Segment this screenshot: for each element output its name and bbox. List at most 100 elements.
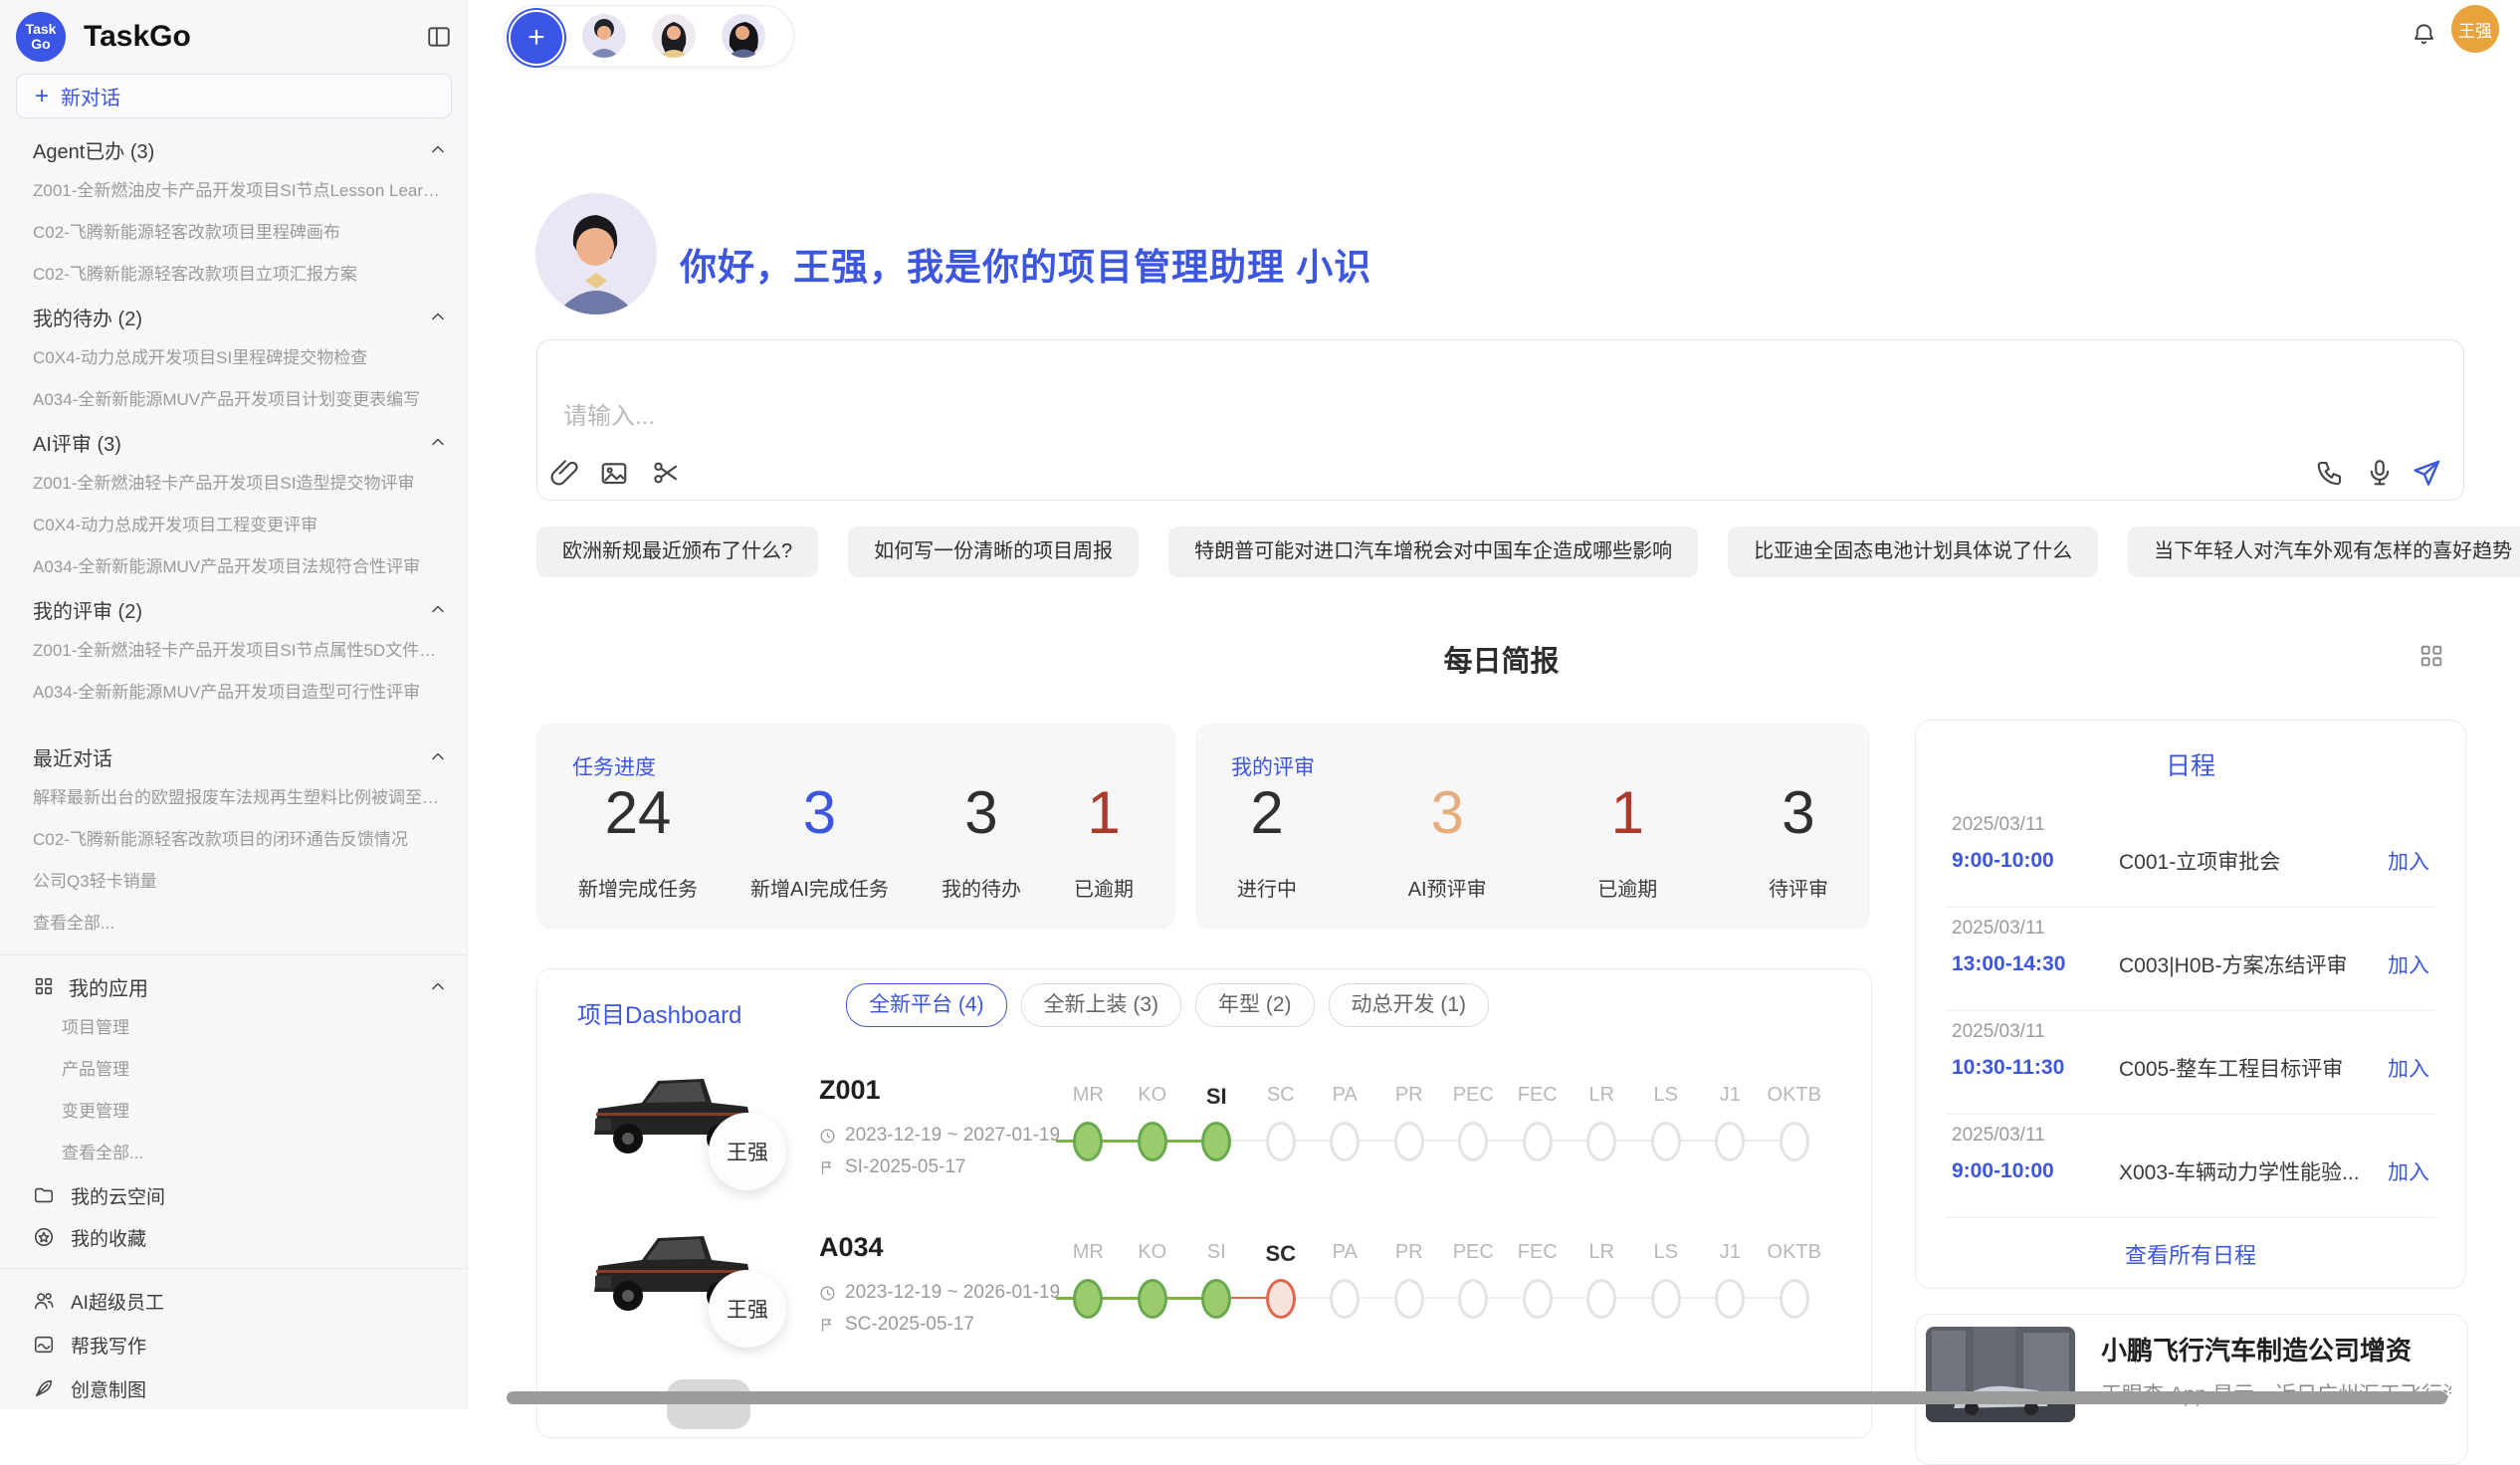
logo-text-bottom: Go: [31, 37, 50, 52]
sidebar-item[interactable]: C0X4-动力总成开发项目工程变更评审: [0, 505, 468, 546]
add-agent-button[interactable]: +: [509, 10, 564, 66]
milestone-dot: [1394, 1279, 1424, 1319]
horizontal-scrollbar[interactable]: [507, 1391, 2447, 1404]
agent-avatar[interactable]: [582, 14, 626, 58]
sidebar-item[interactable]: Z001-全新燃油皮卡产品开发项目SI节点Lesson Learn报告: [0, 170, 468, 212]
pen-icon: [33, 1377, 55, 1399]
milestone-label: SC: [1249, 1084, 1314, 1107]
sidebar-item-creative-draw[interactable]: 创意制图: [0, 1366, 468, 1410]
my-review-card: 我的评审 2进行中 3AI预评审 1已逾期 3待评审: [1195, 724, 1870, 930]
sidebar-section-header[interactable]: AI评审 (3): [0, 421, 468, 463]
join-link[interactable]: 加入: [2388, 1053, 2429, 1083]
image-icon[interactable]: [599, 458, 629, 488]
join-link[interactable]: 加入: [2388, 949, 2429, 979]
project-row[interactable]: 王强 A034 2023-12-19 ~ 2026-01-19 SC-2025-…: [537, 1196, 1871, 1354]
phone-icon[interactable]: [2315, 458, 2345, 488]
chevron-up-icon[interactable]: [428, 599, 448, 619]
main-area: + 王强 你好，王强，我是你的项目管理助理 小识: [469, 0, 2520, 1409]
sidebar-section-header[interactable]: 我的评审 (2): [0, 588, 468, 630]
chat-input[interactable]: [561, 402, 1760, 432]
join-link[interactable]: 加入: [2388, 846, 2429, 876]
news-card[interactable]: 小鹏飞行汽车制造公司增资 天眼查 App 显示，近日广州汇天飞行汽...: [1915, 1314, 2468, 1465]
chevron-up-icon[interactable]: [428, 976, 448, 996]
event-name: X003-车辆动力学性能验...: [2119, 1156, 2374, 1186]
join-link[interactable]: 加入: [2388, 1156, 2429, 1186]
milestone-dot: [1138, 1279, 1167, 1319]
dashboard-tabs: 全新平台 (4) 全新上装 (3) 年型 (2) 动总开发 (1): [846, 983, 1489, 1027]
sidebar-item-product-mgmt[interactable]: 产品管理: [0, 1049, 468, 1091]
tab-new-platform[interactable]: 全新平台 (4): [846, 983, 1007, 1027]
quick-agents-bar: +: [504, 5, 794, 67]
sidebar-item[interactable]: Z001-全新燃油轻卡产品开发项目SI节点属性5D文件评审: [0, 630, 468, 672]
tab-year-model[interactable]: 年型 (2): [1195, 983, 1315, 1027]
milestone-dot: [1394, 1122, 1424, 1161]
news-title: 小鹏飞行汽车制造公司增资: [2101, 1331, 2412, 1367]
sidebar-collapse-icon[interactable]: [426, 24, 452, 50]
sidebar-item-help-write[interactable]: 帮我写作: [0, 1323, 468, 1366]
sidebar-item[interactable]: C0X4-动力总成开发项目SI里程碑提交物检查: [0, 337, 468, 379]
chevron-up-icon[interactable]: [428, 746, 448, 766]
sidebar-item[interactable]: A034-全新新能源MUV产品开发项目法规符合性评审: [0, 546, 468, 588]
event-date: 2025/03/11: [1952, 918, 2045, 940]
chevron-up-icon[interactable]: [428, 307, 448, 326]
tab-new-body[interactable]: 全新上装 (3): [1021, 983, 1182, 1027]
sidebar-item-favorites[interactable]: 我的收藏: [0, 1216, 468, 1258]
milestone-dot: [1201, 1122, 1231, 1161]
suggestion-chip[interactable]: 当下年轻人对汽车外观有怎样的喜好趋势: [2128, 526, 2520, 577]
sidebar-item-change-mgmt[interactable]: 变更管理: [0, 1091, 468, 1133]
chat-composer[interactable]: [536, 339, 2464, 501]
send-icon[interactable]: [2411, 458, 2440, 488]
sidebar-item[interactable]: C02-飞腾新能源轻客改款项目的闭环通告反馈情况: [0, 819, 468, 861]
notification-bell-icon[interactable]: [2411, 22, 2437, 49]
sidebar-section-header[interactable]: 最近对话: [0, 735, 468, 777]
user-avatar[interactable]: 王强: [2451, 5, 2499, 53]
sidebar-section-header[interactable]: 我的待办 (2): [0, 296, 468, 337]
sidebar-item[interactable]: C02-飞腾新能源轻客改款项目里程碑画布: [0, 212, 468, 254]
sidebar-item[interactable]: 解释最新出台的欧盟报废车法规再生塑料比例被调至15%...: [0, 777, 468, 819]
sidebar-item[interactable]: 公司Q3轻卡销量: [0, 861, 468, 903]
sidebar-section-header[interactable]: Agent已办 (3): [0, 128, 468, 170]
greeting-text: 你好，王强，我是你的项目管理助理 小识: [680, 237, 1371, 291]
sidebar-item[interactable]: C02-飞腾新能源轻客改款项目立项汇报方案: [0, 254, 468, 296]
event-time: 9:00-10:00: [1952, 1159, 2119, 1183]
sidebar-item[interactable]: Z001-全新燃油轻卡产品开发项目SI造型提交物评审: [0, 463, 468, 505]
chevron-up-icon[interactable]: [428, 139, 448, 159]
sidebar-item[interactable]: A034-全新新能源MUV产品开发项目造型可行性评审: [0, 672, 468, 714]
agent-avatar[interactable]: [722, 14, 765, 58]
new-chat-button[interactable]: + 新对话: [16, 74, 452, 118]
suggestion-chip[interactable]: 比亚迪全固态电池计划具体说了什么: [1728, 526, 2098, 577]
sidebar-item-project-mgmt[interactable]: 项目管理: [0, 1007, 468, 1049]
clock-icon: [819, 1285, 836, 1302]
sidebar-item-cloud-space[interactable]: 我的云空间: [0, 1174, 468, 1216]
task-progress-card: 任务进度 24新增完成任务 3新增AI完成任务 3我的待办 1已逾期: [536, 724, 1175, 930]
suggestion-chip[interactable]: 如何写一份清晰的项目周报: [848, 526, 1139, 577]
layout-grid-icon[interactable]: [2417, 642, 2445, 670]
schedule-title: 日程: [1916, 746, 2465, 782]
app-title: TaskGo: [84, 20, 426, 54]
sidebar-item-view-all-apps[interactable]: 查看全部...: [0, 1133, 468, 1174]
sidebar-item-my-apps[interactable]: 我的应用: [0, 965, 468, 1007]
daily-brief-title: 每日简报: [536, 638, 2466, 680]
view-all-schedule-link[interactable]: 查看所有日程: [1916, 1238, 2465, 1270]
event-name: C003|H0B-方案冻结评审: [2119, 949, 2374, 979]
tab-powertrain[interactable]: 动总开发 (1): [1329, 983, 1490, 1027]
milestone-label: PEC: [1441, 1084, 1506, 1107]
sidebar-item[interactable]: 查看全部...: [0, 903, 468, 944]
sidebar-item[interactable]: A034-全新新能源MUV产品开发项目计划变更表编写: [0, 379, 468, 421]
attachment-icon[interactable]: [549, 458, 579, 488]
suggestion-chip[interactable]: 特朗普可能对进口汽车增税会对中国车企造成哪些影响: [1168, 526, 1698, 577]
suggestion-chip[interactable]: 欧洲新规最近颁布了什么?: [536, 526, 818, 577]
write-icon: [33, 1334, 55, 1356]
new-chat-label: 新对话: [61, 82, 120, 110]
milestone-label: OKTB: [1763, 1241, 1827, 1264]
agent-avatar[interactable]: [652, 14, 696, 58]
section-title: Agent已办 (3): [33, 135, 154, 164]
schedule-card: 日程 2025/03/11 9:00-10:00 C001-立项审批会 加入 2…: [1915, 720, 2466, 1289]
microphone-icon[interactable]: [2365, 458, 2395, 488]
milestone-dot: [1458, 1122, 1488, 1161]
project-code: Z001: [819, 1075, 881, 1106]
project-row[interactable]: 王强 Z001 2023-12-19 ~ 2027-01-19 SI-2025-…: [537, 1039, 1871, 1196]
sidebar-item-ai-employee[interactable]: AI超级员工: [0, 1279, 468, 1323]
scissors-icon[interactable]: [651, 458, 681, 488]
chevron-up-icon[interactable]: [428, 432, 448, 452]
